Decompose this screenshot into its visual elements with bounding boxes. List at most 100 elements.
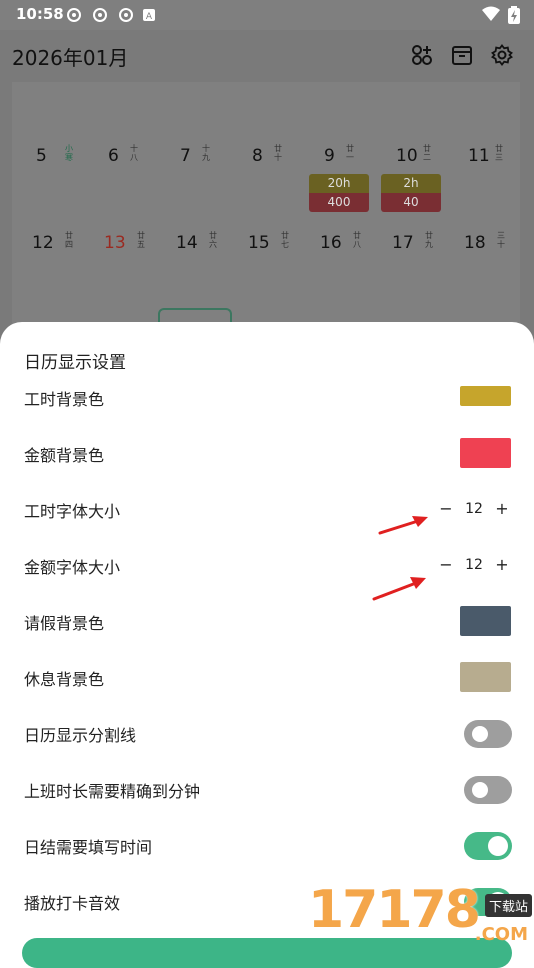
app-notification-icon [67, 8, 81, 22]
hours-label: 2h [381, 174, 441, 193]
calendar-day[interactable]: 13 廿五 [90, 225, 162, 265]
svg-text:A: A [146, 12, 153, 21]
font-size-stepper: − 12 + [436, 552, 516, 580]
day-number: 6 [108, 146, 119, 166]
lunar-date: 廿一 [346, 144, 354, 162]
watermark-logo: 17178 下载站 .COM [308, 880, 534, 950]
toggle-knob [472, 782, 488, 798]
calendar-day[interactable]: 15 廿七 [234, 225, 306, 265]
lunar-date: 十八 [130, 144, 138, 162]
day-number: 8 [252, 146, 263, 166]
settings-list[interactable]: 工时背景色 金额背景色 工时字体大小 − 12 + 金额字体大小 − 12 + … [0, 380, 534, 940]
setting-rest-bg-color[interactable]: 休息背景色 [0, 650, 534, 706]
color-swatch[interactable] [460, 438, 511, 468]
app-notification-icon [119, 8, 133, 22]
lunar-date: 廿三 [495, 144, 503, 162]
watermark-badge: 下载站 [484, 894, 532, 917]
day-summary-tag[interactable]: 20h 400 [309, 174, 369, 212]
lunar-date: 廿四 [65, 231, 73, 249]
day-number: 13 [104, 233, 126, 253]
increase-button[interactable]: + [492, 555, 512, 574]
annotation-arrow-icon [378, 516, 428, 535]
setting-label: 工时字体大小 [24, 502, 121, 521]
setting-label: 请假背景色 [24, 614, 105, 633]
lunar-date: 廿二 [423, 144, 431, 162]
toggle-knob [488, 836, 508, 856]
stepper-value: 12 [465, 557, 483, 573]
decrease-button[interactable]: − [436, 499, 456, 518]
day-number: 9 [324, 146, 335, 166]
toggle-switch[interactable] [464, 776, 512, 804]
setting-label: 播放打卡音效 [24, 894, 121, 913]
settings-gear-icon[interactable] [491, 44, 513, 66]
month-title[interactable]: 2026年01月 [12, 42, 128, 71]
setting-label: 金额字体大小 [24, 558, 121, 577]
day-number: 14 [176, 233, 198, 253]
decrease-button[interactable]: − [436, 555, 456, 574]
calendar-day[interactable]: 5 小寒 [18, 138, 90, 178]
day-number: 5 [36, 146, 47, 166]
hours-label: 20h [309, 174, 369, 193]
increase-button[interactable]: + [492, 499, 512, 518]
calendar-day[interactable]: 12 廿四 [18, 225, 90, 265]
toggle-switch[interactable] [464, 832, 512, 860]
lunar-date: 廿六 [209, 231, 217, 249]
setting-precise-minutes[interactable]: 上班时长需要精确到分钟 [0, 762, 534, 818]
battery-icon [508, 6, 520, 24]
status-time: 10:58 [16, 5, 64, 23]
setting-label: 工时背景色 [24, 390, 105, 409]
setting-label: 休息背景色 [24, 670, 105, 689]
calendar-day[interactable]: 14 廿六 [162, 225, 234, 265]
setting-label: 上班时长需要精确到分钟 [24, 782, 201, 801]
setting-work-hours-bg-color[interactable]: 工时背景色 [0, 380, 534, 426]
calendar-day[interactable]: 6 十八 [90, 138, 162, 178]
calendar-day[interactable]: 11 廿三 [450, 138, 522, 178]
setting-amount-font-size: 金额字体大小 − 12 + [0, 538, 534, 594]
toggle-switch[interactable] [464, 720, 512, 748]
font-size-stepper: − 12 + [436, 496, 516, 524]
day-number: 12 [32, 233, 54, 253]
setting-show-divider[interactable]: 日历显示分割线 [0, 706, 534, 762]
day-number: 11 [468, 146, 490, 166]
day-number: 10 [396, 146, 418, 166]
annotation-arrow-icon [372, 577, 426, 601]
calendar-day[interactable]: 16 廿八 [306, 225, 378, 265]
calendar-day[interactable]: 10 廿二 [378, 138, 450, 178]
lunar-date: 廿五 [137, 231, 145, 249]
calendar-day[interactable]: 9 廿一 [306, 138, 378, 178]
watermark-domain: .COM [474, 924, 528, 945]
calendar-day[interactable]: 18 三十 [450, 225, 522, 265]
status-bar: 10:58 A [0, 0, 534, 30]
setting-amount-bg-color[interactable]: 金额背景色 [0, 426, 534, 482]
toggle-knob [472, 726, 488, 742]
amount-label: 40 [381, 193, 441, 212]
calendar-day[interactable]: 8 廿十 [234, 138, 306, 178]
day-number: 16 [320, 233, 342, 253]
color-swatch[interactable] [460, 606, 511, 636]
color-swatch[interactable] [460, 662, 511, 692]
setting-leave-bg-color[interactable]: 请假背景色 [0, 594, 534, 650]
day-number: 18 [464, 233, 486, 253]
calendar-display-settings-sheet: 日历显示设置 工时背景色 金额背景色 工时字体大小 − 12 + 金额字体大小 … [0, 322, 534, 950]
setting-label: 金额背景色 [24, 446, 105, 465]
day-number: 7 [180, 146, 191, 166]
archive-icon[interactable] [451, 44, 473, 66]
lunar-date: 廿九 [425, 231, 433, 249]
lunar-date: 廿八 [353, 231, 361, 249]
calendar-grid: 5 小寒 6 十八 7 十九 8 廿十 9 廿一 10 廿二 11 廿三 20h… [12, 82, 520, 332]
lunar-date: 十九 [202, 144, 210, 162]
calendar-day[interactable]: 7 十九 [162, 138, 234, 178]
wifi-icon [482, 6, 500, 21]
watermark-number: 17178 [308, 880, 481, 940]
setting-daily-time-required[interactable]: 日结需要填写时间 [0, 818, 534, 874]
color-swatch[interactable] [460, 386, 511, 406]
setting-label: 日结需要填写时间 [24, 838, 153, 857]
lunar-date: 三十 [497, 231, 505, 249]
day-number: 15 [248, 233, 270, 253]
apps-add-icon[interactable] [411, 44, 433, 66]
calendar-day[interactable]: 17 廿九 [378, 225, 450, 265]
setting-work-hours-font-size: 工时字体大小 − 12 + [0, 482, 534, 538]
lunar-date: 廿七 [281, 231, 289, 249]
day-summary-tag[interactable]: 2h 40 [381, 174, 441, 212]
amount-label: 400 [309, 193, 369, 212]
